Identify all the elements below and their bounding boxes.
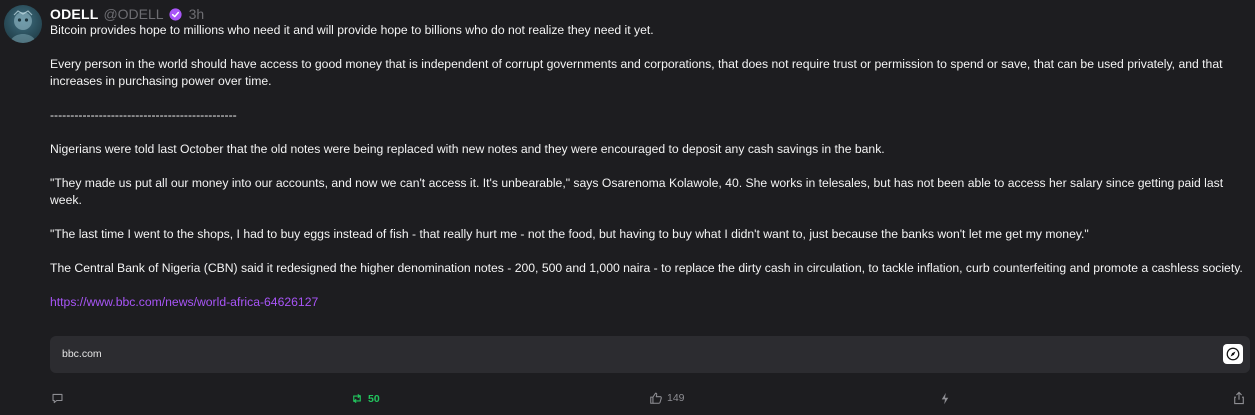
avatar-image [10,10,36,43]
lightning-bolt-icon [941,392,949,405]
post-actions: 50 149 [0,390,1255,408]
post-divider-text: ----------------------------------------… [50,108,237,122]
author-name[interactable]: ODELL [50,6,98,22]
compass-icon [1226,347,1240,361]
repost-count: 50 [368,392,380,405]
like-button[interactable]: 149 [649,391,685,405]
post-paragraph: Bitcoin provides hope to millions who ne… [50,23,654,37]
verified-badge-icon [168,7,182,21]
post-card: ODELL @ODELL 3h Bitcoin provides hope to… [0,0,1255,415]
like-count: 149 [667,392,685,404]
thumbs-up-icon [650,392,662,404]
zap-button[interactable] [940,392,950,405]
post-paragraph: "They made us put all our money into our… [50,176,1224,207]
share-icon [1234,391,1244,405]
repost-button[interactable]: 50 [350,392,380,405]
article-link[interactable]: https://www.bbc.com/news/world-africa-64… [50,295,318,309]
avatar[interactable] [4,5,42,43]
post-paragraph: Nigerians were told last October that th… [50,142,885,156]
share-button[interactable] [1233,391,1245,405]
preview-domain: bbc.com [62,348,102,360]
open-link-button[interactable] [1223,344,1243,364]
post-header: ODELL @ODELL 3h [50,6,204,22]
link-preview-card[interactable]: bbc.com [50,336,1250,373]
post-timestamp[interactable]: 3h [189,6,205,22]
comment-icon [52,393,63,404]
post-content: Bitcoin provides hope to millions who ne… [50,22,1250,311]
reply-button[interactable] [51,392,64,405]
post-paragraph: Every person in the world should have ac… [50,57,1223,88]
author-handle[interactable]: @ODELL [103,6,163,22]
repost-icon [353,393,361,404]
post-paragraph: The Central Bank of Nigeria (CBN) said i… [50,261,1243,275]
post-paragraph: "The last time I went to the shops, I ha… [50,227,1089,241]
